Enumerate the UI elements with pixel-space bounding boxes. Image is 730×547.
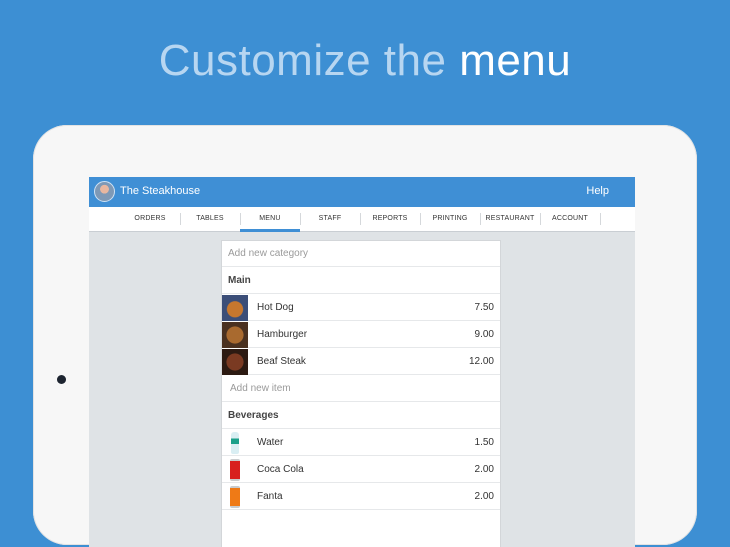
item-price: 12.00	[468, 356, 494, 367]
add-category-label: Add new category	[228, 248, 309, 259]
app-bar: The Steakhouse Help	[89, 177, 635, 207]
headline-strong: menu	[459, 36, 572, 85]
item-price: 9.00	[474, 329, 494, 340]
help-link[interactable]: Help	[586, 185, 609, 197]
avatar[interactable]	[94, 181, 115, 202]
add-item-label: Add new item	[230, 383, 291, 394]
tab-orders[interactable]: ORDERS	[120, 207, 180, 231]
category-title: Beverages	[228, 410, 279, 421]
category-header-main[interactable]: Main	[222, 268, 500, 294]
item-name: Hamburger	[257, 329, 308, 340]
restaurant-title: The Steakhouse	[120, 185, 201, 197]
tab-tables[interactable]: TABLES	[180, 207, 240, 231]
tab-printing[interactable]: PRINTING	[420, 207, 480, 231]
hamburger-photo	[222, 322, 248, 348]
coca-cola-can-icon	[230, 459, 240, 481]
item-price: 1.50	[474, 437, 494, 448]
tab-restaurant[interactable]: RESTAURANT	[480, 207, 540, 231]
add-item-row[interactable]: Add new item	[222, 376, 500, 402]
list-item[interactable]: Coca Cola 2.00	[222, 457, 500, 483]
tab-divider	[600, 213, 601, 225]
item-name: Water	[257, 437, 284, 448]
promo-headline: Customize the menu	[0, 36, 730, 86]
fanta-can-icon	[230, 486, 240, 508]
list-item[interactable]: Beaf Steak 12.00	[222, 349, 500, 375]
list-item[interactable]: Water 1.50	[222, 430, 500, 456]
item-price: 2.00	[474, 491, 494, 502]
tab-staff[interactable]: STAFF	[300, 207, 360, 231]
menu-card: Add new category Main Hot Dog 7.50 Hambu…	[222, 241, 500, 547]
item-name: Hot Dog	[257, 302, 294, 313]
item-name: Fanta	[257, 491, 283, 502]
nav-tabs: ORDERS TABLES MENU STAFF REPORTS PRINTIN…	[89, 207, 635, 232]
item-price: 7.50	[474, 302, 494, 313]
steak-photo	[222, 349, 248, 375]
category-title: Main	[228, 275, 251, 286]
add-category-row[interactable]: Add new category	[222, 241, 500, 267]
list-item[interactable]: Hamburger 9.00	[222, 322, 500, 348]
headline-light: Customize the	[158, 36, 447, 85]
water-bottle-icon	[231, 432, 239, 454]
app-screen: The Steakhouse Help ORDERS TABLES MENU S…	[89, 177, 635, 547]
tab-account[interactable]: ACCOUNT	[540, 207, 600, 231]
list-item[interactable]: Fanta 2.00	[222, 484, 500, 510]
item-price: 2.00	[474, 464, 494, 475]
item-name: Coca Cola	[257, 464, 304, 475]
tablet-camera-icon	[57, 375, 66, 384]
tab-menu[interactable]: MENU	[240, 207, 300, 232]
hot-dog-photo	[222, 295, 248, 321]
tablet-frame: The Steakhouse Help ORDERS TABLES MENU S…	[33, 125, 697, 547]
item-name: Beaf Steak	[257, 356, 306, 367]
category-header-beverages[interactable]: Beverages	[222, 403, 500, 429]
list-item[interactable]: Hot Dog 7.50	[222, 295, 500, 321]
tab-reports[interactable]: REPORTS	[360, 207, 420, 231]
